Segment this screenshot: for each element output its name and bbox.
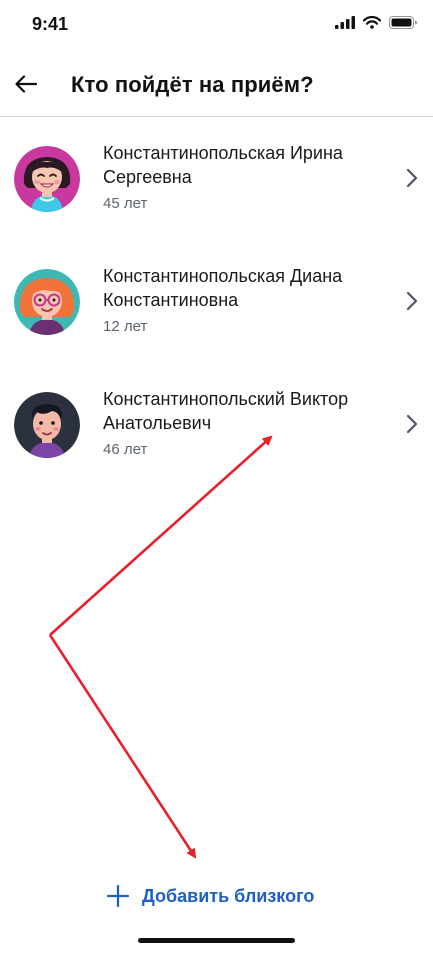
wifi-icon xyxy=(363,16,381,29)
woman-avatar-icon xyxy=(14,146,80,212)
person-name: Константинопольская Диана Константиновна xyxy=(103,266,343,310)
add-relative-label: Добавить близкого xyxy=(142,885,315,906)
battery-icon xyxy=(389,16,417,29)
plus-icon xyxy=(106,884,130,908)
avatar xyxy=(14,146,80,212)
person-age: 45 лет xyxy=(103,195,148,212)
status-time: 9:41 xyxy=(32,14,69,34)
man-avatar-icon xyxy=(14,392,80,458)
annotation-arrow-down xyxy=(48,634,197,859)
status-bar: 9:41 xyxy=(0,0,433,50)
back-button[interactable] xyxy=(6,64,46,104)
chevron-right-icon xyxy=(406,291,418,311)
header: Кто пойдёт на приём? xyxy=(0,50,433,117)
person-row[interactable]: Константинопольская Диана Константиновна… xyxy=(0,240,433,363)
person-age: 46 лет xyxy=(103,441,148,458)
cellular-signal-icon xyxy=(335,16,355,29)
avatar xyxy=(14,269,80,335)
avatar xyxy=(14,392,80,458)
chevron-right-icon xyxy=(406,414,418,434)
person-row[interactable]: Константинопольская Ирина Сергеевна 45 л… xyxy=(0,117,433,240)
person-name: Константинопольский Виктор Анатольевич xyxy=(103,389,349,433)
person-age: 12 лет xyxy=(103,318,148,335)
page-title: Кто пойдёт на приём? xyxy=(71,72,314,97)
girl-avatar-icon xyxy=(14,269,80,335)
status-icons xyxy=(335,16,417,29)
person-list: Константинопольская Ирина Сергеевна 45 л… xyxy=(0,117,433,486)
home-indicator xyxy=(138,938,295,943)
person-row[interactable]: Константинопольский Виктор Анатольевич 4… xyxy=(0,363,433,486)
add-relative-button[interactable]: Добавить близкого xyxy=(106,880,314,912)
chevron-right-icon xyxy=(406,168,418,188)
arrow-left-icon xyxy=(15,75,37,93)
person-name: Константинопольская Ирина Сергеевна xyxy=(103,143,343,187)
